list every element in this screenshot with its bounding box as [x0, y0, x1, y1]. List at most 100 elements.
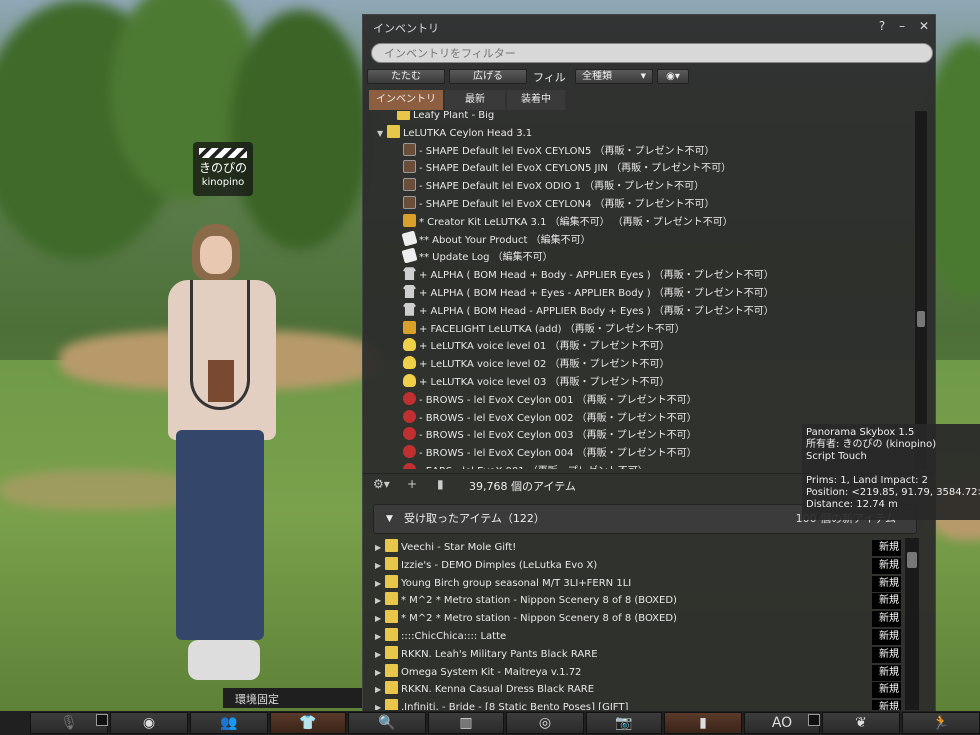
view-button[interactable]: ◉ [110, 712, 188, 734]
laurel-icon: ❦ [855, 715, 867, 731]
inventory-item-row[interactable]: + ALPHA ( BOM Head + Eyes - APPLIER Body… [393, 285, 774, 303]
appearance-button[interactable]: 👕 [270, 712, 346, 734]
inventory-item-row[interactable]: - BROWS - lel EvoX Ceylon 002 （再販・プレゼント不… [393, 409, 697, 428]
gesture-icon [403, 338, 416, 352]
inventory-item-label: - EARS - lel EvoX 001 （再販・プレゼント不可） [419, 466, 648, 469]
expand-arrow-icon[interactable]: ▶ [375, 646, 385, 664]
new-badge: 新規 [872, 575, 901, 592]
notecard-icon [401, 247, 418, 264]
inventory-item-row[interactable]: ** Update Log （編集不可） [393, 247, 553, 267]
trash-icon[interactable]: ▮ [437, 477, 444, 491]
received-item-row[interactable]: ▶ Young Birch group seasonal M/T 3LI+FERN… [375, 574, 901, 593]
inventory-item-row[interactable]: Leafy Plant - Big [387, 111, 494, 125]
inventory-button[interactable]: ▮ [664, 712, 742, 734]
object-hover-tooltip: Panorama Skybox 1.5 所有者: きのぴの (kinopino)… [802, 424, 980, 520]
expand-all-button[interactable]: 広げる [449, 69, 527, 84]
help-icon[interactable]: ? [879, 19, 885, 33]
inventory-item-row[interactable]: ▼ LeLUTKA Ceylon Head 3.1 [377, 124, 532, 143]
expand-arrow-icon[interactable]: ▶ [375, 681, 385, 699]
inventory-tree[interactable]: Leafy Plant - Big ▼ LeLUTKA Ceylon Head 3.… [369, 111, 913, 469]
inventory-titlebar[interactable]: インベントリ ? – ✕ [363, 15, 935, 40]
move-button[interactable]: 🏃 [902, 712, 980, 734]
inventory-item-row[interactable]: + ALPHA ( BOM Head - APPLIER Body + Eyes… [393, 302, 774, 321]
people-button[interactable]: 👥 [190, 712, 268, 734]
inventory-item-row[interactable]: + ALPHA ( BOM Head + Body - APPLIER Eyes… [393, 267, 774, 285]
close-icon[interactable]: ✕ [919, 19, 929, 33]
inventory-filter-input[interactable] [371, 43, 933, 63]
avatar-picker-button[interactable]: ❦ [822, 712, 900, 734]
received-item-row[interactable]: ▶ .Infiniti. - Bride - [8 Static Bento Po… [375, 699, 901, 710]
inventory-item-label: - SHAPE Default lel EvoX CEYLON5 （再販・プレゼ… [419, 145, 715, 157]
received-item-row[interactable]: ▶::::ChicChica:::: Latte 新規 [375, 628, 901, 646]
collapse-all-button[interactable]: たたむ [367, 69, 445, 84]
inventory-item-row[interactable]: + FACELIGHT LeLUTKA (add) （再販・プレゼント不可） [393, 320, 685, 339]
new-badge: 新規 [872, 664, 901, 681]
map-icon: ▥ [459, 715, 473, 731]
destinations-button[interactable]: ◎ [506, 712, 584, 734]
inventory-window[interactable]: インベントリ ? – ✕ たたむ 広げる フィル 全種類 ▼ ◉▾ インベントリ… [362, 14, 936, 714]
folder-icon [385, 556, 398, 570]
inventory-item-row[interactable]: - SHAPE Default lel EvoX ODIO 1 （再販・プレゼン… [393, 178, 704, 196]
inventory-item-row[interactable]: - SHAPE Default lel EvoX CEYLON4 （再販・プレゼ… [393, 196, 715, 214]
expand-arrow-icon[interactable]: ▶ [375, 592, 385, 610]
expand-arrow-icon[interactable]: ▶ [375, 664, 385, 682]
received-items-list[interactable]: ▶ Veechi - Star Mole Gift! 新規 ▶ Izzie's - DE… [369, 538, 901, 710]
avatar[interactable] [150, 220, 290, 690]
inventory-scrollbar[interactable] [915, 111, 927, 469]
environment-lock-label[interactable]: 環境固定 [223, 688, 363, 708]
snapshot-button[interactable]: 📷 [586, 712, 662, 734]
gear-icon[interactable]: ⚙▾ [373, 477, 390, 491]
voice-toggle-checkbox[interactable] [96, 714, 108, 726]
folder-icon [385, 539, 398, 552]
inventory-item-row[interactable]: ** About Your Product （編集不可） [393, 230, 591, 250]
received-item-label: ::::ChicChica:::: Latte [401, 631, 507, 642]
tooltip-distance: Distance: 12.74 m [806, 499, 898, 510]
expand-arrow-icon[interactable]: ▶ [375, 699, 385, 710]
inventory-item-row[interactable]: - SHAPE Default lel EvoX CEYLON5 （再販・プレゼ… [393, 142, 715, 161]
walking-person-icon: 🏃 [932, 715, 950, 731]
received-item-row[interactable]: ▶ Veechi - Star Mole Gift! 新規 [375, 539, 901, 557]
new-badge: 新規 [872, 682, 901, 699]
expand-arrow-icon[interactable]: ▶ [375, 557, 385, 575]
inventory-item-row[interactable]: - BROWS - lel EvoX Ceylon 004 （再販・プレゼント不… [393, 445, 697, 463]
inventory-item-row[interactable]: + LeLUTKA voice level 02 （再販・プレゼント不可） [393, 356, 670, 374]
inventory-item-row[interactable]: - BROWS - lel EvoX Ceylon 003 （再販・プレゼント不… [393, 427, 697, 445]
new-badge: 新規 [872, 629, 901, 645]
expand-arrow-icon[interactable]: ▶ [375, 610, 385, 628]
tooltip-object-name: Panorama Skybox 1.5 [806, 427, 915, 438]
avatar-nametag: きのぴの kinopino [193, 142, 253, 196]
expand-arrow-icon[interactable]: ▼ [377, 125, 387, 143]
inventory-item-row[interactable]: - SHAPE Default lel EvoX CEYLON5 JIN （再販… [393, 160, 731, 178]
map-button[interactable]: ▥ [428, 712, 504, 734]
received-item-row[interactable]: ▶ RKKN. Leah's Military Pants Black RARE 新… [375, 645, 901, 664]
tab-inventory[interactable]: インベントリ [369, 90, 443, 110]
received-item-row[interactable]: ▶ * M^2 * Metro station - Nippon Scenery … [375, 610, 901, 628]
tab-worn[interactable]: 装着中 [507, 90, 565, 110]
expand-arrow-icon[interactable]: ▶ [375, 575, 385, 593]
visibility-options-button[interactable]: ◉▾ [657, 69, 689, 84]
scrollbar-thumb[interactable] [907, 552, 917, 568]
received-scrollbar[interactable] [905, 538, 919, 710]
item-type-select[interactable]: 全種類 ▼ [575, 69, 653, 84]
add-icon[interactable]: + [407, 477, 417, 491]
inventory-item-row[interactable]: + LeLUTKA voice level 01 （再販・プレゼント不可） [393, 338, 670, 356]
avatar-shoes [188, 640, 260, 680]
expand-arrow-icon[interactable]: ▶ [375, 539, 385, 557]
minimize-icon[interactable]: – [899, 19, 905, 33]
inventory-item-label: + LeLUTKA voice level 03 （再販・プレゼント不可） [419, 377, 670, 388]
scrollbar-thumb[interactable] [917, 311, 925, 327]
received-item-row[interactable]: ▶ Omega System Kit - Maitreya v.1.72 新規 [375, 663, 901, 682]
inventory-item-row[interactable]: - BROWS - lel EvoX Ceylon 001 （再販・プレゼント不… [393, 391, 697, 410]
search-button[interactable]: 🔍 [348, 712, 426, 734]
received-item-row[interactable]: ▶ * M^2 * Metro station - Nippon Scenery … [375, 592, 901, 610]
inventory-item-row[interactable]: * Creator Kit LeLUTKA 3.1 （編集不可） （再販・プレゼ… [393, 213, 733, 232]
expand-arrow-icon[interactable]: ▶ [375, 628, 385, 646]
ao-toggle-checkbox[interactable] [808, 714, 820, 726]
received-item-row[interactable]: ▶ RKKN. Kenna Casual Dress Black RARE 新規 [375, 681, 901, 699]
inventory-item-row[interactable]: - EARS - lel EvoX 001 （再販・プレゼント不可） [393, 463, 648, 469]
folder-icon [387, 124, 400, 138]
inventory-item-label: - BROWS - lel EvoX Ceylon 004 （再販・プレゼント不… [419, 448, 697, 460]
received-item-row[interactable]: ▶ Izzie's - DEMO Dimples (LeLutka Evo X) 新… [375, 556, 901, 575]
tab-recent[interactable]: 最新 [445, 90, 505, 110]
inventory-item-row[interactable]: + LeLUTKA voice level 03 （再販・プレゼント不可） [393, 374, 670, 392]
